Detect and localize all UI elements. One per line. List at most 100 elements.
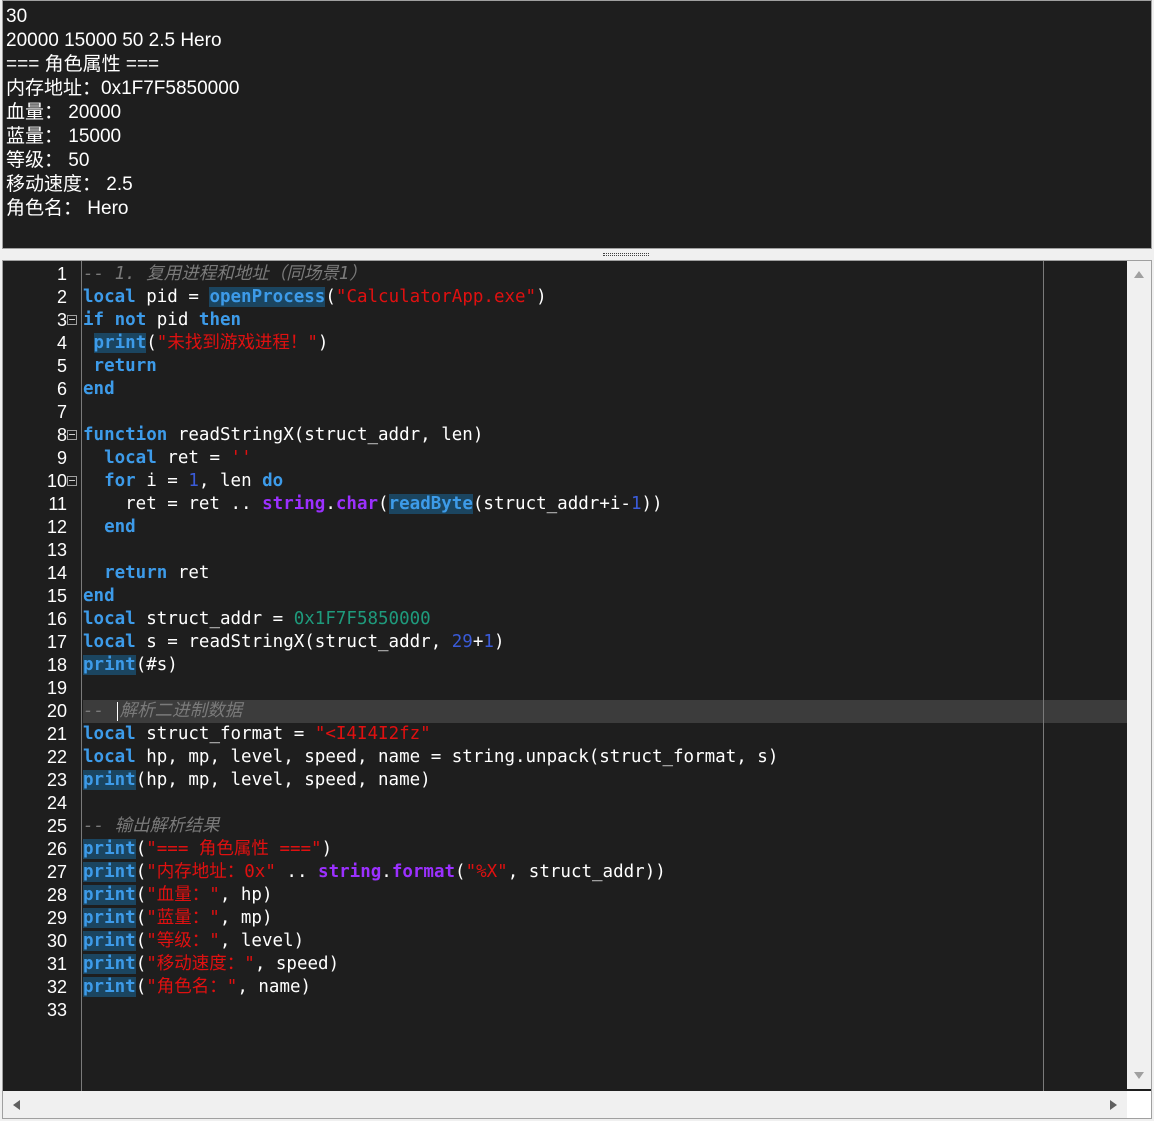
- code-area[interactable]: -- 1. 复用进程和地址（同场景1） local pid = openProce…: [83, 261, 1127, 1089]
- code-token: (: [135, 954, 147, 974]
- line-number: 9: [56, 448, 67, 468]
- code-token: not: [114, 310, 147, 330]
- code-line[interactable]: print("移动速度：", speed): [83, 953, 1127, 976]
- code-line[interactable]: ret = ret .. string.char(readByte(struct…: [83, 493, 1127, 516]
- line-number: 7: [56, 402, 67, 422]
- code-token: struct_format =: [135, 724, 315, 744]
- code-token: 1: [630, 494, 642, 514]
- line-number: 30: [46, 931, 67, 951]
- code-line[interactable]: print("蓝量：", mp): [83, 907, 1127, 930]
- code-token: local: [83, 747, 136, 767]
- code-token: openProcess: [209, 287, 326, 307]
- code-line[interactable]: print("=== 角色属性 ==="): [83, 838, 1127, 861]
- code-line[interactable]: -- 1. 复用进程和地址（同场景1）: [83, 263, 1127, 286]
- output-line: 20000 15000 50 2.5 Hero: [6, 30, 222, 51]
- code-token: )): [641, 494, 663, 514]
- scroll-right-arrow-icon[interactable]: [1110, 1100, 1117, 1110]
- code-line[interactable]: end: [83, 516, 1127, 539]
- code-token: (struct_addr+i-: [472, 494, 631, 514]
- scroll-down-arrow-icon[interactable]: [1134, 1072, 1144, 1079]
- code-line[interactable]: print("未找到游戏进程！"): [83, 332, 1127, 355]
- code-token: "蓝量：": [146, 908, 220, 928]
- code-token: then: [198, 310, 242, 330]
- code-token: return: [93, 356, 157, 376]
- code-line[interactable]: local hp, mp, level, speed, name = strin…: [83, 746, 1127, 769]
- code-line[interactable]: print("等级：", level): [83, 930, 1127, 953]
- code-token: readStringX(struct_addr, len): [167, 425, 484, 445]
- fold-toggle-icon[interactable]: [67, 315, 77, 325]
- code-token: (: [135, 839, 147, 859]
- horizontal-scrollbar[interactable]: [3, 1091, 1127, 1118]
- code-token: .: [381, 862, 392, 882]
- output-console[interactable]: 30 20000 15000 50 2.5 Hero === 角色属性 === 内存地…: [2, 0, 1152, 249]
- code-token: (#s): [135, 655, 178, 675]
- code-token: format: [391, 862, 456, 882]
- output-line: 30: [6, 6, 28, 27]
- line-number-gutter: 1 2 3 4 5 6 7 8 9 10 11 12 13 14 15 16 17 18 19 20 21 22 23 24 2…: [3, 261, 67, 1089]
- code-token: struct_addr =: [135, 609, 294, 629]
- code-line[interactable]: print(#s): [83, 654, 1127, 677]
- code-line[interactable]: -- 输出解析结果: [83, 815, 1127, 838]
- code-token: print: [83, 977, 136, 997]
- output-line: 角色名： Hero: [6, 198, 129, 219]
- scroll-left-arrow-icon[interactable]: [13, 1100, 20, 1110]
- line-number: 13: [46, 540, 67, 560]
- code-token: 0x1F7F5850000: [293, 609, 431, 629]
- code-token: 29: [451, 632, 473, 652]
- code-line[interactable]: return: [83, 355, 1127, 378]
- code-line[interactable]: local struct_format = "<I4I4I2fz": [83, 723, 1127, 746]
- code-token: s = readStringX(struct_addr,: [135, 632, 452, 652]
- code-line[interactable]: [83, 792, 1127, 815]
- code-token: return: [104, 563, 168, 583]
- code-token: hp, mp, level, speed, name = string.unpa…: [135, 747, 779, 767]
- code-line[interactable]: local ret = '': [83, 447, 1127, 470]
- code-line[interactable]: return ret: [83, 562, 1127, 585]
- code-token: if: [83, 310, 105, 330]
- code-line[interactable]: if not pid then: [83, 309, 1127, 332]
- code-line[interactable]: end: [83, 585, 1127, 608]
- code-line[interactable]: local s = readStringX(struct_addr, 29+1): [83, 631, 1127, 654]
- code-line[interactable]: [83, 539, 1127, 562]
- line-number: 17: [46, 632, 67, 652]
- code-token: for: [104, 471, 136, 491]
- code-token: 1: [188, 471, 199, 491]
- code-token: function: [83, 425, 168, 445]
- code-line[interactable]: print("角色名：", name): [83, 976, 1127, 999]
- vertical-scrollbar[interactable]: [1127, 261, 1151, 1089]
- code-line[interactable]: local struct_addr = 0x1F7F5850000: [83, 608, 1127, 631]
- code-line[interactable]: [83, 401, 1127, 424]
- code-line[interactable]: [83, 999, 1127, 1022]
- current-code-line[interactable]: -- 解析二进制数据: [83, 700, 1127, 723]
- code-line[interactable]: function readStringX(struct_addr, len): [83, 424, 1127, 447]
- output-line: 血量： 20000: [6, 102, 122, 123]
- code-token: , hp): [219, 885, 273, 905]
- code-token: -- 1. 复用进程和地址（同场景1）: [83, 264, 367, 284]
- code-line[interactable]: print("内存地址：0x" .. string.format("%X", s…: [83, 861, 1127, 884]
- output-line: 等级： 50: [6, 150, 90, 171]
- code-token: local: [83, 724, 136, 744]
- line-number: 22: [46, 747, 67, 767]
- fold-toggle-icon[interactable]: [67, 430, 77, 440]
- line-number: 16: [46, 609, 67, 629]
- code-line[interactable]: local pid = openProcess("CalculatorApp.e…: [83, 286, 1127, 309]
- pane-splitter[interactable]: [0, 249, 1154, 260]
- line-number: 6: [56, 379, 67, 399]
- code-token: "=== 角色属性 ===": [146, 839, 322, 859]
- fold-toggle-icon[interactable]: [67, 476, 77, 486]
- code-token: "血量：": [146, 885, 220, 905]
- code-line[interactable]: for i = 1, len do: [83, 470, 1127, 493]
- scroll-up-arrow-icon[interactable]: [1134, 271, 1144, 278]
- code-token: print: [83, 655, 136, 675]
- code-editor[interactable]: 1 2 3 4 5 6 7 8 9 10 11 12 13 14 15 16 17 18 19 20 21 22 23 24 2…: [2, 260, 1152, 1119]
- line-number: 21: [46, 724, 67, 744]
- code-line[interactable]: end: [83, 378, 1127, 401]
- code-line[interactable]: print("血量：", hp): [83, 884, 1127, 907]
- code-token: , len: [198, 471, 263, 491]
- code-line[interactable]: [83, 677, 1127, 700]
- splitter-grip-icon[interactable]: [603, 253, 649, 256]
- code-line[interactable]: print(hp, mp, level, speed, name): [83, 769, 1127, 792]
